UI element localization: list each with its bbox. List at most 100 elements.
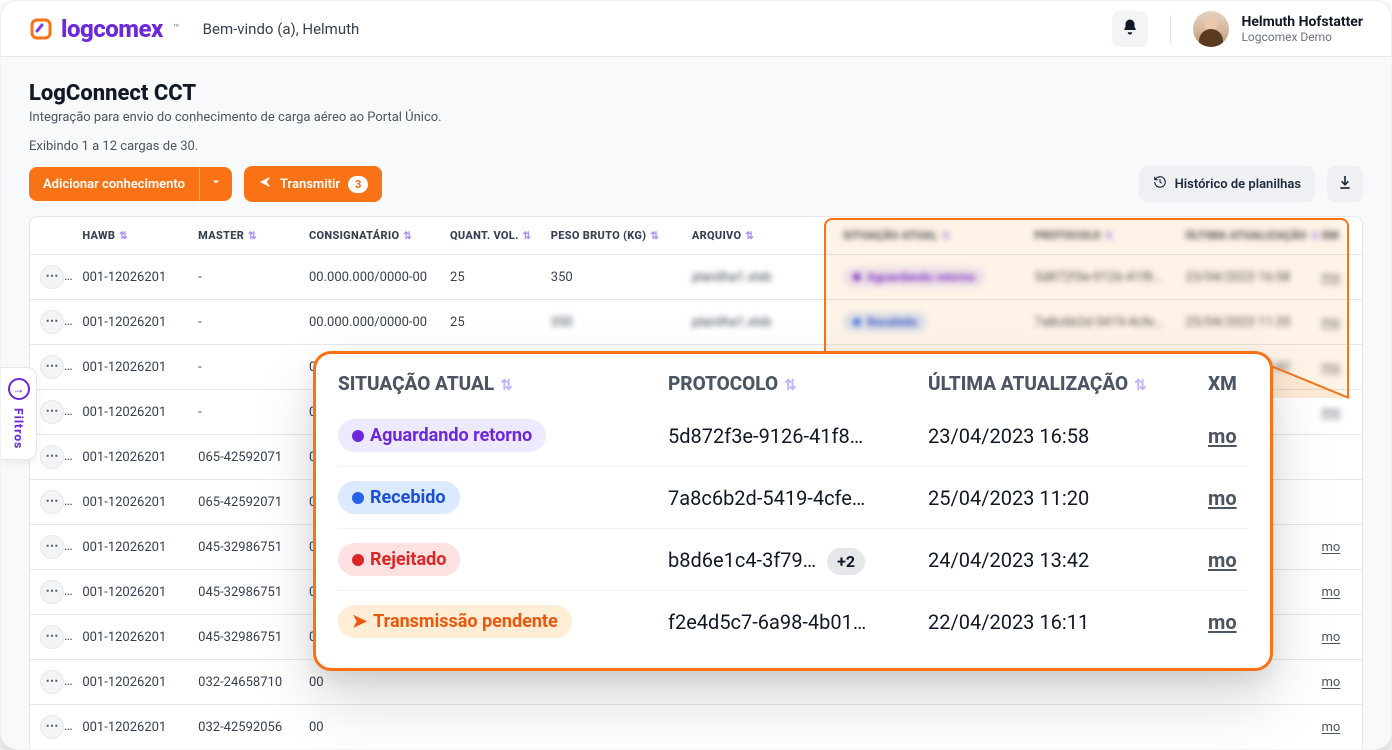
callout-protocol: 5d872f3e-9126-41f8…: [668, 424, 928, 448]
callout-col-updated: ÚLTIMA ATUALIZAÇÃO: [928, 372, 1128, 395]
col-status[interactable]: SITUAÇÃO ATUAL⇅: [833, 217, 1024, 255]
sort-icon: ⇅: [248, 231, 257, 242]
cell-updated: [1176, 705, 1312, 750]
download-button[interactable]: [1327, 166, 1363, 202]
sort-icon: ⇅: [650, 231, 659, 242]
chevron-down-icon: [210, 176, 222, 192]
row-actions-button[interactable]: ⋯: [40, 715, 64, 739]
cell-xml: mo: [1312, 255, 1362, 300]
cell-weight: 350: [541, 255, 682, 300]
user-menu[interactable]: Helmuth Hofstatter Logcomex Demo: [1193, 11, 1363, 47]
cell-master: 045-32986751: [188, 615, 299, 660]
row-actions-button[interactable]: ⋯: [40, 670, 64, 694]
cell-updated: 23/04/2023 16:58: [1176, 255, 1312, 300]
row-actions-button[interactable]: ⋯: [40, 400, 64, 424]
send-icon: [258, 175, 272, 193]
table-row: ⋯ 001-12026201 032-42592056 00 mo: [30, 705, 1362, 750]
xml-link[interactable]: mo: [1322, 540, 1341, 555]
callout-protocol: b8d6e1c4-3f79… +2: [668, 548, 928, 572]
xml-link[interactable]: mo: [1322, 585, 1341, 600]
add-knowledge-split-button[interactable]: Adicionar conhecimento: [29, 167, 232, 201]
xml-link[interactable]: mo: [1322, 270, 1341, 285]
xml-link[interactable]: mo: [1208, 548, 1237, 572]
cell-hawb: 001-12026201: [72, 570, 188, 615]
sort-icon: ⇅: [942, 231, 951, 242]
callout-updated: 25/04/2023 11:20: [928, 486, 1208, 510]
cell-consignee: 00.000.000/0000-00: [299, 255, 440, 300]
brand-logo-icon: [29, 17, 53, 41]
callout-updated: 24/04/2023 13:42: [928, 548, 1208, 572]
col-file[interactable]: ARQUIVO⇅: [682, 217, 833, 255]
callout-col-status: SITUAÇÃO ATUAL: [338, 372, 494, 395]
callout-col-protocol: PROTOCOLO: [668, 372, 778, 395]
add-knowledge-dropdown[interactable]: [199, 167, 232, 201]
status-chip: Recebido: [338, 481, 460, 514]
cell-xml: mo: [1312, 390, 1362, 435]
sort-icon: ⇅: [119, 231, 128, 242]
transmit-button[interactable]: Transmitir 3: [244, 166, 382, 202]
avatar: [1193, 11, 1229, 47]
xml-link[interactable]: mo: [1322, 360, 1341, 375]
col-qty[interactable]: QUANT. VOL.⇅: [440, 217, 541, 255]
sort-icon[interactable]: ⇅: [500, 376, 513, 394]
xml-link[interactable]: mo: [1322, 675, 1341, 690]
sort-icon[interactable]: ⇅: [1134, 376, 1147, 394]
bell-icon: [1121, 18, 1139, 40]
cell-status: Aguardando retorno: [833, 255, 1024, 300]
callout-col-xml: XM: [1208, 372, 1237, 395]
row-actions-button[interactable]: ⋯: [40, 580, 64, 604]
app-header: logcomex ™ Bem-vindo (a), Helmuth Helmut…: [1, 1, 1391, 57]
row-actions-button[interactable]: ⋯: [40, 445, 64, 469]
cell-master: 065-42592071: [188, 480, 299, 525]
add-knowledge-button[interactable]: Adicionar conhecimento: [29, 167, 199, 201]
welcome-text: Bem-vindo (a), Helmuth: [203, 20, 1089, 38]
cell-hawb: 001-12026201: [72, 255, 188, 300]
row-actions-button[interactable]: ⋯: [40, 625, 64, 649]
cell-protocol: 7a8c6b2d-5419-4cfe…: [1024, 300, 1175, 345]
col-protocol[interactable]: PROTOCOLO⇅: [1024, 217, 1175, 255]
filters-tab[interactable]: → Filtros: [1, 367, 37, 460]
callout-protocol: 7a8c6b2d-5419-4cfe…: [668, 486, 928, 510]
cell-status: Recebido: [833, 300, 1024, 345]
xml-link[interactable]: mo: [1208, 424, 1237, 448]
xml-link[interactable]: mo: [1322, 315, 1341, 330]
brand-logo[interactable]: logcomex ™: [29, 15, 179, 43]
col-consignee[interactable]: CONSIGNATÁRIO⇅: [299, 217, 440, 255]
cell-file: planilha1.xlsb: [682, 255, 833, 300]
col-master[interactable]: MASTER⇅: [188, 217, 299, 255]
cell-xml: mo: [1312, 345, 1362, 390]
table-row: ⋯ 001-12026201 - 00.000.000/0000-00 25 3…: [30, 255, 1362, 300]
xml-link[interactable]: mo: [1208, 610, 1237, 634]
sort-icon[interactable]: ⇅: [784, 376, 797, 394]
xml-link[interactable]: mo: [1322, 405, 1341, 420]
col-xml[interactable]: XM: [1312, 217, 1362, 255]
brand-tm: ™: [173, 23, 179, 34]
cell-master: -: [188, 390, 299, 435]
row-actions-button[interactable]: ⋯: [40, 265, 64, 289]
sort-icon: ⇅: [745, 231, 754, 242]
col-weight[interactable]: PESO BRUTO (KG)⇅: [541, 217, 682, 255]
cell-file: [682, 705, 833, 750]
send-icon: ➤: [352, 611, 367, 632]
row-actions-button[interactable]: ⋯: [40, 355, 64, 379]
cell-hawb: 001-12026201: [72, 300, 188, 345]
col-updated[interactable]: ÚLTIMA ATUALIZAÇÃO⇅: [1176, 217, 1312, 255]
cell-xml: [1312, 480, 1362, 525]
notifications-button[interactable]: [1112, 11, 1148, 47]
xml-link[interactable]: mo: [1322, 720, 1341, 735]
xml-link[interactable]: mo: [1208, 486, 1237, 510]
history-button[interactable]: Histórico de planilhas: [1139, 166, 1315, 202]
callout-row: Rejeitado b8d6e1c4-3f79… +2 24/04/2023 1…: [338, 528, 1248, 590]
history-label: Histórico de planilhas: [1175, 177, 1301, 192]
header-divider: [1170, 15, 1171, 43]
row-actions-button[interactable]: ⋯: [40, 310, 64, 334]
user-org: Logcomex Demo: [1241, 30, 1363, 44]
page-title: LogConnect CCT: [29, 81, 1363, 106]
cell-master: 045-32986751: [188, 525, 299, 570]
xml-link[interactable]: mo: [1322, 630, 1341, 645]
row-actions-button[interactable]: ⋯: [40, 535, 64, 559]
cell-hawb: 001-12026201: [72, 525, 188, 570]
cell-consignee: 00: [299, 705, 440, 750]
row-actions-button[interactable]: ⋯: [40, 490, 64, 514]
col-hawb[interactable]: HAWB⇅: [72, 217, 188, 255]
